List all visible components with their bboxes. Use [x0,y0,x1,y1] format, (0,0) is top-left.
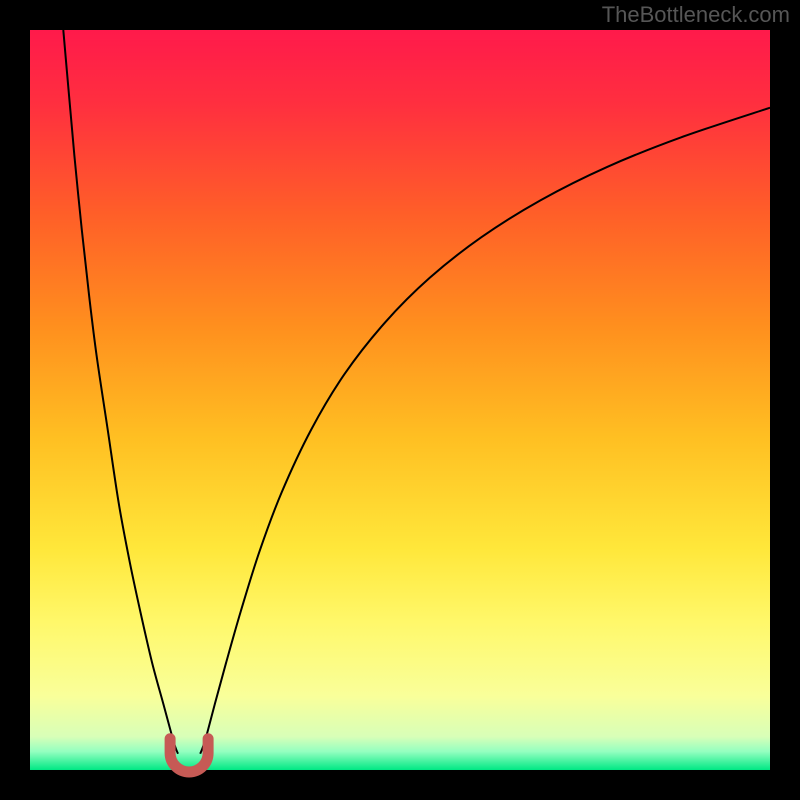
plot-background [30,30,770,770]
watermark-text: TheBottleneck.com [602,2,790,28]
bottleneck-chart [0,0,800,800]
chart-frame: TheBottleneck.com [0,0,800,800]
